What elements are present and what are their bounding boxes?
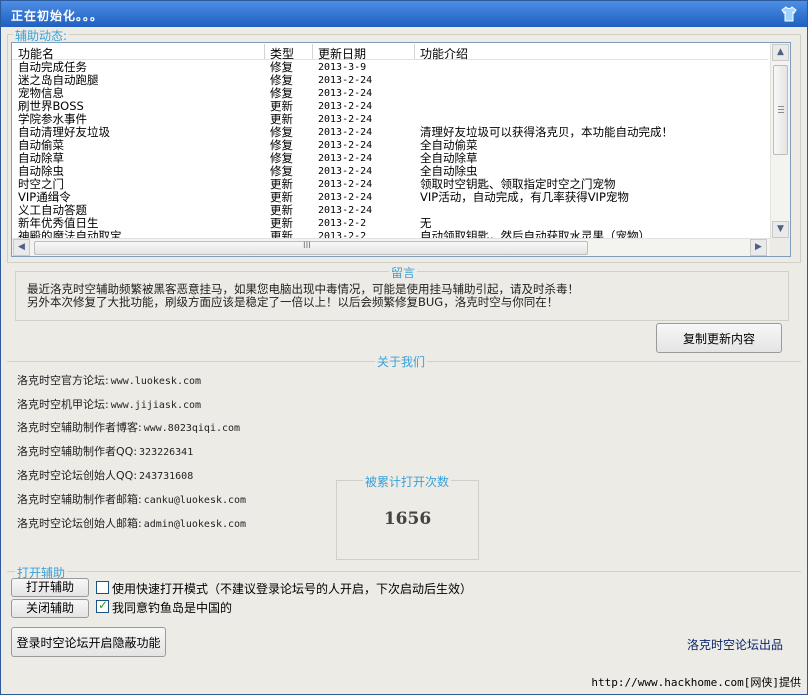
copy-update-button[interactable]: 复制更新内容 bbox=[656, 323, 782, 353]
vertical-scroll-thumb[interactable] bbox=[773, 65, 788, 155]
scroll-corner bbox=[770, 238, 790, 256]
column-separator[interactable] bbox=[414, 44, 415, 59]
watermark-text: http://www.hackhome.com[网侠]提供 bbox=[591, 674, 801, 690]
list-item[interactable]: 义工自动答题 更新 2013-2-24 bbox=[12, 204, 768, 217]
close-assist-button[interactable]: 关闭辅助 bbox=[11, 599, 89, 618]
counter-legend: 被累计打开次数 bbox=[363, 473, 452, 490]
row-date: 2013-2-24 bbox=[318, 166, 373, 177]
credit-text: 洛克时空论坛出品 bbox=[686, 638, 783, 652]
fast-mode-checkbox[interactable] bbox=[96, 581, 109, 594]
column-header-type[interactable]: 类型 bbox=[270, 45, 294, 62]
row-date: 2013-2-24 bbox=[318, 140, 373, 151]
about-legend: 关于我们 bbox=[375, 353, 428, 370]
tshirt-icon[interactable] bbox=[781, 6, 797, 22]
login-forum-button[interactable]: 登录时空论坛开启隐蔽功能 bbox=[11, 627, 166, 657]
list-item[interactable]: 时空之门 更新 2013-2-24 领取时空钥匙、领取指定时空之门宠物 bbox=[12, 178, 768, 191]
agree-checkbox[interactable] bbox=[96, 598, 109, 613]
list-item[interactable]: 刷世界BOSS 更新 2013-2-24 bbox=[12, 100, 768, 113]
row-desc: VIP活动，自动完成，有几率获得VIP宠物 bbox=[420, 190, 629, 204]
row-date: 2013-2-24 bbox=[318, 192, 373, 203]
list-item[interactable]: 迷之岛自动跑腿 修复 2013-2-24 bbox=[12, 74, 768, 87]
vertical-scrollbar[interactable]: ▲ ▼ bbox=[770, 43, 790, 239]
row-date: 2013-2-24 bbox=[318, 101, 373, 112]
row-date: 2013-2-24 bbox=[318, 205, 373, 216]
notice-line: 另外本次修复了大批功能，刷级方面应该是稳定了一倍以上！以后会频繁修复BUG，洛克… bbox=[27, 295, 559, 309]
main-window: 正在初始化。。。 辅助动态: 功能名 类型 更新日期 功能介绍 自动完成任务 修复… bbox=[0, 0, 808, 695]
agree-label[interactable]: 我同意钓鱼岛是中国的 bbox=[112, 599, 232, 616]
list-rows: 自动完成任务 修复 2013-3-9 迷之岛自动跑腿 修复 2013-2-24 宠物信息 修复… bbox=[12, 61, 768, 239]
row-date: 2013-2-24 bbox=[318, 127, 373, 138]
notice-text: 最近洛克时空辅助频繁被黑客恶意挂马，如果您电脑出现中毒情况，可能是使用挂马辅助引… bbox=[27, 283, 579, 309]
row-date: 2013-2-24 bbox=[318, 75, 373, 86]
title-bar[interactable]: 正在初始化。。。 bbox=[1, 1, 807, 27]
list-item[interactable]: 自动除草 修复 2013-2-24 全自动除草 bbox=[12, 152, 768, 165]
list-item[interactable]: 自动完成任务 修复 2013-3-9 bbox=[12, 61, 768, 74]
info-author-qq: 洛克时空辅助制作者QQ: 323226341 bbox=[17, 445, 194, 458]
notice-legend: 留言 bbox=[389, 264, 418, 281]
list-item[interactable]: 宠物信息 修复 2013-2-24 bbox=[12, 87, 768, 100]
info-official-forum: 洛克时空官方论坛: www.luokesk.com bbox=[17, 374, 202, 387]
row-date: 2013-2-2 bbox=[318, 218, 367, 229]
open-count: 1656 bbox=[383, 509, 432, 529]
fast-mode-label[interactable]: 使用快速打开模式（不建议登录论坛号的人开启，下次启动后生效） bbox=[112, 580, 472, 597]
scroll-right-icon[interactable]: ▶ bbox=[750, 239, 767, 256]
list-header: 功能名 类型 更新日期 功能介绍 bbox=[12, 43, 768, 62]
list-item[interactable]: 自动除虫 修复 2013-2-24 全自动除虫 bbox=[12, 165, 768, 178]
column-separator[interactable] bbox=[264, 44, 265, 59]
column-header-date[interactable]: 更新日期 bbox=[318, 45, 366, 62]
scroll-down-icon[interactable]: ▼ bbox=[772, 221, 789, 238]
list-item[interactable]: VIP通缉令 更新 2013-2-24 VIP活动，自动完成，有几率获得VIP宠物 bbox=[12, 191, 768, 204]
info-founder-email: 洛克时空论坛创始人邮箱: admin@luokesk.com bbox=[17, 517, 247, 530]
horizontal-scrollbar[interactable]: ◀ III ▶ bbox=[12, 238, 770, 256]
horizontal-scroll-thumb[interactable]: III bbox=[34, 241, 588, 255]
info-author-blog: 洛克时空辅助制作者博客: www.8023qiqi.com bbox=[17, 421, 241, 434]
row-date: 2013-2-24 bbox=[318, 153, 373, 164]
row-date: 2013-2-24 bbox=[318, 88, 373, 99]
list-item[interactable]: 新年优秀值日生 更新 2013-2-2 无 bbox=[12, 217, 768, 230]
list-item[interactable]: 自动偷菜 修复 2013-2-24 全自动偷菜 bbox=[12, 139, 768, 152]
column-separator[interactable] bbox=[312, 44, 313, 59]
info-author-email: 洛克时空辅助制作者邮箱: canku@luokesk.com bbox=[17, 493, 247, 506]
info-founder-qq: 洛克时空论坛创始人QQ: 243731608 bbox=[17, 469, 194, 482]
scroll-left-icon[interactable]: ◀ bbox=[13, 239, 30, 256]
list-item[interactable]: 自动清理好友垃圾 修复 2013-2-24 清理好友垃圾可以获得洛克贝，本功能自动完成… bbox=[12, 126, 768, 139]
column-header-name[interactable]: 功能名 bbox=[18, 45, 54, 62]
feature-list[interactable]: 功能名 类型 更新日期 功能介绍 自动完成任务 修复 2013-3-9 迷之岛自动跑腿… bbox=[11, 42, 791, 257]
row-date: 2013-3-9 bbox=[318, 62, 367, 73]
info-mecha-forum: 洛克时空机甲论坛: www.jijiask.com bbox=[17, 398, 202, 411]
scroll-grip: III bbox=[303, 241, 311, 251]
column-header-desc[interactable]: 功能介绍 bbox=[420, 45, 468, 62]
row-date: 2013-2-24 bbox=[318, 179, 373, 190]
open-assist-button[interactable]: 打开辅助 bbox=[11, 578, 89, 597]
window-title: 正在初始化。。。 bbox=[11, 9, 104, 23]
scroll-up-icon[interactable]: ▲ bbox=[772, 44, 789, 61]
row-date: 2013-2-24 bbox=[318, 114, 373, 125]
